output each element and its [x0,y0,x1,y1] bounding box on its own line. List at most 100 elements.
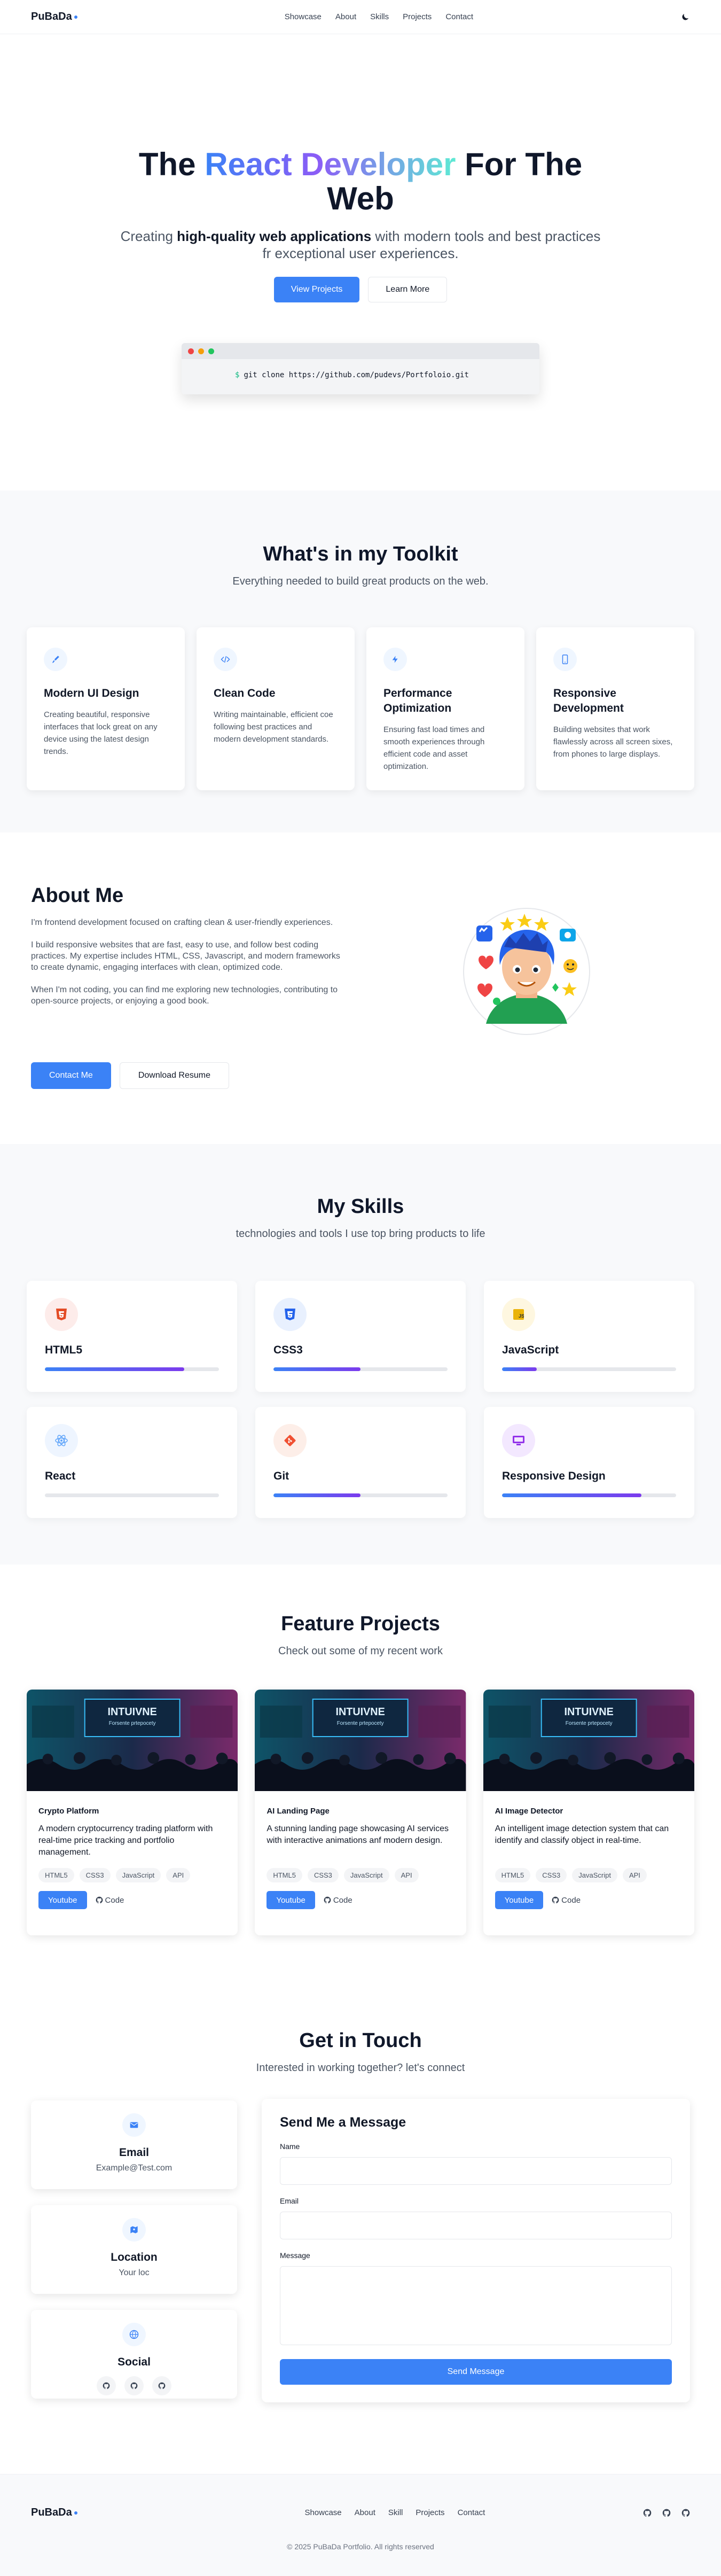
project-title: AI Landing Page [267,1807,330,1816]
name-input[interactable] [280,2157,672,2185]
project-tag: CSS3 [307,1868,339,1882]
hero-title-highlight: React Developer [205,146,456,182]
logo-dot [74,2511,77,2515]
code-link[interactable]: Code [324,1896,352,1905]
contact-section: Get in Touch Interested in working toget… [0,1985,721,2402]
social-github-link-1[interactable] [97,2376,116,2395]
toolkit-section: What's in my Toolkit Everything needed t… [0,491,721,832]
github-icon [552,1896,559,1904]
nav-projects[interactable]: Projects [403,12,432,21]
toolkit-grid: Modern UI Design Creating beautiful, res… [27,627,694,790]
project-body: AI Landing Page A stunning landing page … [255,1794,466,1922]
skill-name: HTML5 [45,1344,82,1356]
skill-progress-fill [45,1367,184,1371]
footer-logo[interactable]: PuBaDa [31,2507,77,2519]
project-tags: HTML5 CSS3 JavaScript API [38,1868,226,1882]
view-projects-button[interactable]: View Projects [273,277,360,302]
project-card: INTUIVNE Forsente prtepocety AI Landing … [255,1690,466,1935]
contact-me-button[interactable]: Contact Me [31,1062,111,1089]
youtube-button[interactable]: Youtube [267,1891,315,1909]
project-description: A stunning landing page showcasing AI se… [267,1824,449,1845]
about-paragraph: I build responsive websites that are fas… [31,940,340,972]
email-input[interactable] [280,2212,672,2239]
project-tag: JavaScript [572,1868,617,1882]
footer-social [643,2509,690,2517]
project-tags: HTML5 CSS3 JavaScript API [267,1868,454,1882]
message-label: Message [280,2251,310,2260]
download-resume-button[interactable]: Download Resume [119,1062,229,1089]
skills-subtitle: technologies and tools I use top bring p… [236,1228,485,1240]
skills-grid: HTML5 CSS3 JS JavaScript React Git Respo… [27,1281,694,1518]
project-tag: API [394,1868,419,1882]
social-github-link-2[interactable] [124,2376,144,2395]
email-value[interactable]: Example@Test.com [31,2163,237,2173]
footer-nav-showcase[interactable]: Showcase [304,2508,341,2517]
hero-buttons: View Projects Learn More [0,277,721,302]
footer-nav-about[interactable]: About [355,2508,375,2517]
project-tag: API [166,1868,191,1882]
youtube-button[interactable]: Youtube [38,1891,87,1909]
nav-contact[interactable]: Contact [445,12,473,21]
react-icon [45,1424,78,1457]
code-link[interactable]: Code [96,1896,124,1905]
github-icon [96,1896,103,1904]
skill-progress-bar [502,1367,676,1371]
moon-icon[interactable] [680,12,690,22]
hero-title-pre: The [138,146,205,182]
thumbnail-title: INTUIVNE [564,1706,613,1718]
toolkit-title: What's in my Toolkit [263,543,458,565]
location-label: Location [111,2251,158,2263]
terminal-maximize-dot [208,348,214,354]
project-card: INTUIVNE Forsente prtepocety AI Image De… [483,1690,694,1935]
project-body: Crypto Platform A modern cryptocurrency … [27,1794,238,1922]
footer-nav-skill[interactable]: Skill [388,2508,403,2517]
github-icon[interactable] [662,2509,671,2517]
brush-icon [44,648,67,671]
skill-progress-bar [273,1367,448,1371]
toolkit-card-text: Creating beautiful, responsive interface… [44,710,158,756]
send-message-button[interactable]: Send Message [280,2359,672,2385]
github-icon[interactable] [643,2509,652,2517]
project-tag: JavaScript [115,1868,161,1882]
location-value: Your loc [119,2268,150,2277]
skill-card: React [27,1407,237,1518]
hero-sub-pre: Creating [120,228,177,244]
message-textarea[interactable] [280,2266,672,2345]
toolkit-card-text: Building websites that work flawlessly a… [553,725,673,759]
css3-icon [273,1298,307,1331]
code-link[interactable]: Code [552,1896,581,1905]
thumbnail-subtitle: Forsente prtepocety [565,1721,612,1726]
skill-card: CSS3 [255,1281,466,1392]
toolkit-card-title: Clean Code [214,687,276,699]
footer-nav-projects[interactable]: Projects [416,2508,444,2517]
project-tag: CSS3 [79,1868,111,1882]
toolkit-card-title: Performance Optimization [383,687,452,714]
projects-subtitle: Check out some of my recent work [278,1645,443,1657]
terminal-window: $ git clone https://github.com/pudevs/Por… [182,343,539,394]
terminal-close-dot [188,348,194,354]
project-card: INTUIVNE Forsente prtepocety Crypto Plat… [27,1690,238,1935]
contact-info: Email Example@Test.com Location Your loc… [31,2100,237,2415]
footer-row: PuBaDa Showcase About Skill Projects Con… [0,2474,721,2519]
footer: PuBaDa Showcase About Skill Projects Con… [0,2474,721,2576]
hero-section: The React Developer For The Web Creating… [0,34,721,491]
skill-name: JavaScript [502,1344,559,1356]
skill-card: Git [255,1407,466,1518]
footer-nav-contact[interactable]: Contact [458,2508,485,2517]
email-field-label: Email [280,2197,299,2205]
nav-about[interactable]: About [335,12,356,21]
social-github-link-3[interactable] [152,2376,171,2395]
javascript-icon: JS [502,1298,535,1331]
github-icon[interactable] [681,2509,690,2517]
about-section: About Me I'm frontend development focuse… [0,832,721,1144]
learn-more-button[interactable]: Learn More [368,277,448,302]
nav-showcase[interactable]: Showcase [285,12,322,21]
nav-skills[interactable]: Skills [370,12,389,21]
skill-progress-fill [502,1367,537,1371]
project-thumbnail: INTUIVNE Forsente prtepocety [255,1690,466,1791]
youtube-button[interactable]: Youtube [495,1891,544,1909]
project-tag: API [622,1868,647,1882]
skill-progress-fill [273,1493,360,1497]
logo[interactable]: PuBaDa [31,11,77,23]
project-title: AI Image Detector [495,1807,563,1816]
